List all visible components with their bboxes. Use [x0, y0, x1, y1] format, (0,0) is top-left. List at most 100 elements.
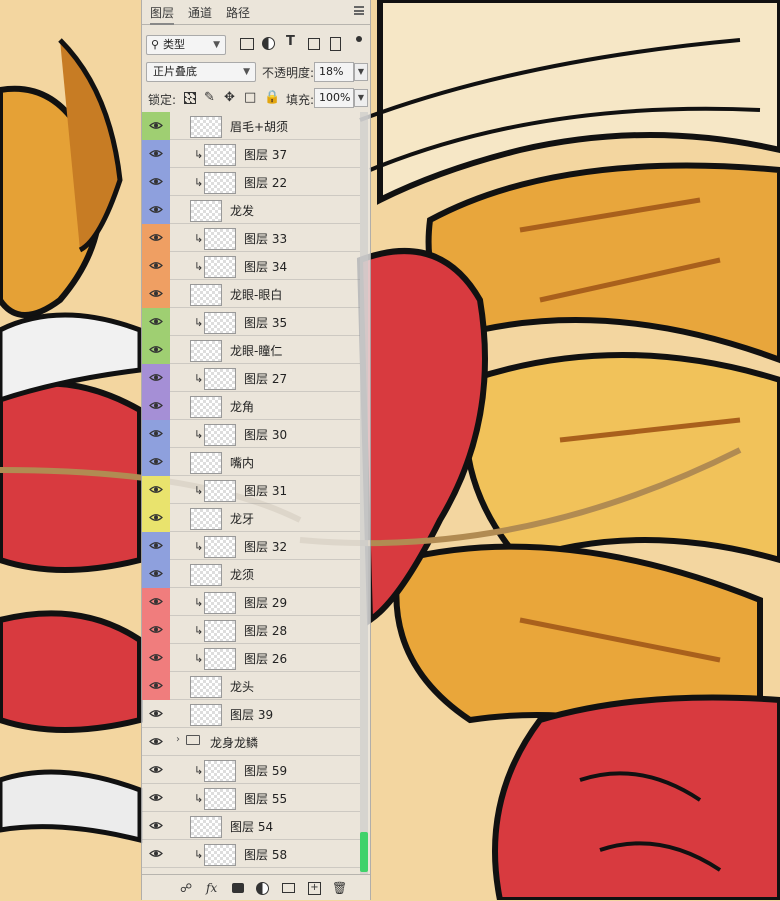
layer-name[interactable]: 图层 26	[244, 650, 287, 667]
layer-name[interactable]: 龙发	[230, 202, 254, 219]
layer-name[interactable]: 图层 29	[244, 594, 287, 611]
layer-name[interactable]: 图层 31	[244, 482, 287, 499]
lock-transparency-icon[interactable]	[184, 92, 196, 104]
lock-position-icon[interactable]: ✥	[224, 90, 235, 105]
visibility-eye-icon[interactable]	[149, 121, 163, 130]
visibility-eye-icon[interactable]	[149, 373, 163, 382]
lock-pixels-icon[interactable]: ✎	[204, 90, 215, 105]
layer-row[interactable]: ↳ 图层 35	[142, 308, 360, 336]
adjustment-filter-icon[interactable]	[262, 37, 275, 50]
layer-row[interactable]: ↳ 图层 29	[142, 588, 360, 616]
layer-name[interactable]: 图层 22	[244, 174, 287, 191]
layer-row[interactable]: 龙眼-眼白	[142, 280, 360, 308]
layer-row[interactable]: ↳ 图层 30	[142, 420, 360, 448]
layer-row[interactable]: ↳ 图层 55	[142, 784, 360, 812]
image-filter-icon[interactable]	[240, 38, 254, 50]
visibility-eye-icon[interactable]	[149, 485, 163, 494]
opacity-dropdown-icon[interactable]: ▼	[354, 63, 368, 81]
layer-row[interactable]: 图层 54	[142, 812, 360, 840]
layer-name[interactable]: 图层 59	[244, 762, 287, 779]
new-layer-icon[interactable]: +	[308, 882, 321, 895]
visibility-eye-icon[interactable]	[149, 429, 163, 438]
layer-list-scrollbar[interactable]	[360, 112, 368, 874]
layer-name[interactable]: 图层 35	[244, 314, 287, 331]
layer-row[interactable]: 眉毛+胡须	[142, 112, 360, 140]
layer-name[interactable]: 图层 32	[244, 538, 287, 555]
visibility-eye-icon[interactable]	[149, 625, 163, 634]
visibility-eye-icon[interactable]	[149, 765, 163, 774]
layer-name[interactable]: 龙身龙鳞	[210, 734, 258, 751]
layer-row[interactable]: ↳ 图层 34	[142, 252, 360, 280]
layer-style-fx-icon[interactable]: fx	[206, 881, 217, 895]
layer-row[interactable]: 嘴内	[142, 448, 360, 476]
visibility-eye-icon[interactable]	[149, 709, 163, 718]
layer-row[interactable]: ↳ 图层 27	[142, 364, 360, 392]
layer-row[interactable]: › 龙身龙鳞	[142, 728, 360, 756]
layer-row[interactable]: ↳ 图层 59	[142, 756, 360, 784]
visibility-eye-icon[interactable]	[149, 737, 163, 746]
layer-row[interactable]: ↳ 图层 32	[142, 532, 360, 560]
fill-dropdown-icon[interactable]: ▼	[354, 89, 368, 107]
chevron-right-icon[interactable]: ›	[176, 734, 180, 745]
visibility-eye-icon[interactable]	[149, 457, 163, 466]
add-mask-icon[interactable]	[232, 883, 244, 893]
canvas-artwork[interactable]	[0, 0, 780, 900]
visibility-eye-icon[interactable]	[149, 653, 163, 662]
visibility-eye-icon[interactable]	[149, 849, 163, 858]
layer-row[interactable]: ↳ 图层 31	[142, 476, 360, 504]
fill-input[interactable]: 100%	[314, 88, 354, 108]
layer-name[interactable]: 图层 28	[244, 622, 287, 639]
layer-name[interactable]: 嘴内	[230, 454, 254, 471]
type-filter-icon[interactable]: T	[286, 34, 295, 49]
visibility-eye-icon[interactable]	[149, 821, 163, 830]
panel-menu-icon[interactable]	[354, 6, 364, 15]
new-group-icon[interactable]	[282, 883, 295, 893]
layer-row[interactable]: 龙角	[142, 392, 360, 420]
visibility-eye-icon[interactable]	[149, 261, 163, 270]
layer-name[interactable]: 图层 39	[230, 706, 273, 723]
layer-row[interactable]: 图层 39	[142, 700, 360, 728]
visibility-eye-icon[interactable]	[149, 681, 163, 690]
link-layers-icon[interactable]: ☍	[180, 881, 192, 895]
layer-name[interactable]: 龙头	[230, 678, 254, 695]
layer-name[interactable]: 龙角	[230, 398, 254, 415]
visibility-eye-icon[interactable]	[149, 541, 163, 550]
layer-row[interactable]: ↳ 图层 58	[142, 840, 360, 868]
shape-filter-icon[interactable]	[308, 38, 320, 50]
artboard-lock-icon[interactable]: □	[244, 90, 256, 105]
filter-kind-select[interactable]: ⚲ 类型 ▼	[146, 35, 226, 55]
layer-name[interactable]: 龙眼-眼白	[230, 286, 282, 303]
visibility-eye-icon[interactable]	[149, 205, 163, 214]
lock-all-icon[interactable]: 🔒	[264, 90, 280, 105]
visibility-eye-icon[interactable]	[149, 177, 163, 186]
layer-name[interactable]: 龙眼-瞳仁	[230, 342, 282, 359]
layer-name[interactable]: 图层 55	[244, 790, 287, 807]
tab-layers[interactable]: 图层	[150, 4, 175, 25]
layer-name[interactable]: 图层 37	[244, 146, 287, 163]
layer-name[interactable]: 图层 33	[244, 230, 287, 247]
layer-row[interactable]: ↳ 图层 26	[142, 644, 360, 672]
visibility-eye-icon[interactable]	[149, 401, 163, 410]
visibility-eye-icon[interactable]	[149, 345, 163, 354]
delete-layer-icon[interactable]: 🗑	[332, 881, 347, 895]
visibility-eye-icon[interactable]	[149, 149, 163, 158]
layer-row[interactable]: ↳ 图层 22	[142, 168, 360, 196]
layer-row[interactable]: 龙眼-瞳仁	[142, 336, 360, 364]
visibility-eye-icon[interactable]	[149, 597, 163, 606]
layer-row[interactable]: 龙头	[142, 672, 360, 700]
visibility-eye-icon[interactable]	[149, 513, 163, 522]
adjustment-layer-icon[interactable]	[256, 882, 269, 895]
opacity-input[interactable]: 18%	[314, 62, 354, 82]
visibility-eye-icon[interactable]	[149, 793, 163, 802]
scrollbar-thumb[interactable]	[360, 832, 368, 872]
visibility-eye-icon[interactable]	[149, 233, 163, 242]
layer-row[interactable]: ↳ 图层 37	[142, 140, 360, 168]
layer-row[interactable]: 龙发	[142, 196, 360, 224]
layer-name[interactable]: 图层 54	[230, 818, 273, 835]
layer-row[interactable]: 龙须	[142, 560, 360, 588]
layer-name[interactable]: 图层 34	[244, 258, 287, 275]
layer-name[interactable]: 图层 30	[244, 426, 287, 443]
layer-name[interactable]: 图层 27	[244, 370, 287, 387]
visibility-eye-icon[interactable]	[149, 569, 163, 578]
layer-name[interactable]: 龙须	[230, 566, 254, 583]
